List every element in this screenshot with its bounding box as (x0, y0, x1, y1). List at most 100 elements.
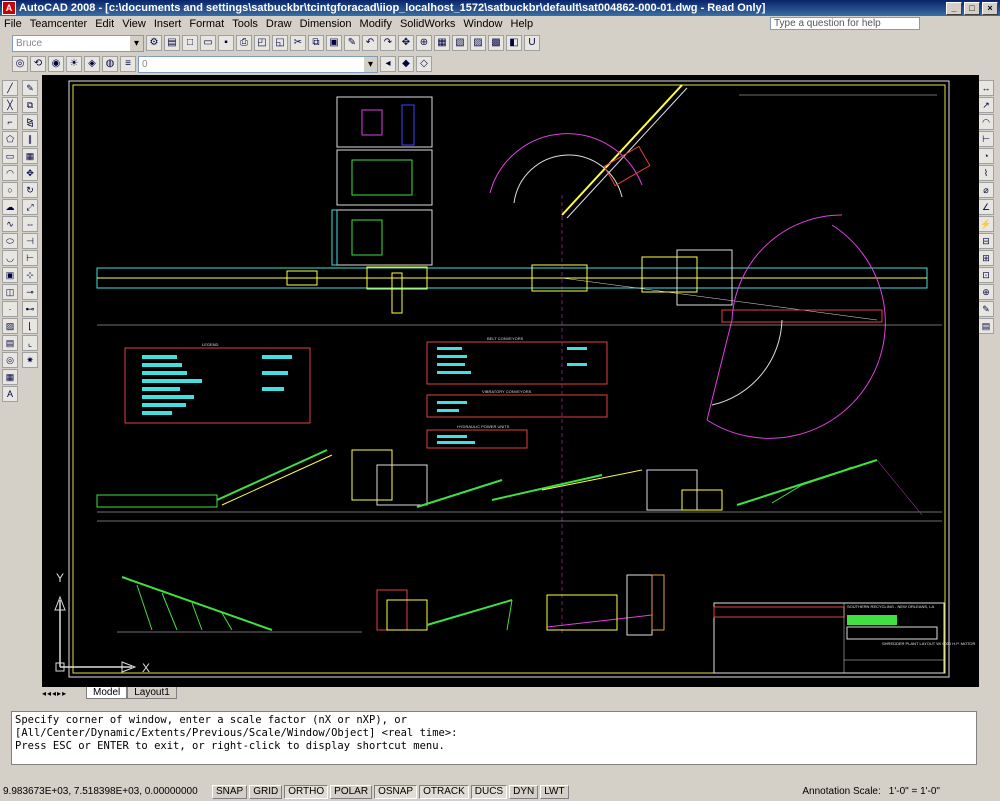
dim-tolerance-icon[interactable]: ⊡ (978, 267, 994, 283)
region-icon[interactable]: ◎ (2, 352, 18, 368)
solidworks-u-icon[interactable]: U (524, 35, 540, 51)
maximize-button[interactable]: □ (964, 1, 980, 15)
ellipse-arc-icon[interactable]: ◡ (2, 250, 18, 266)
array-icon[interactable]: ▦ (22, 148, 38, 164)
dim-ordinate-icon[interactable]: ⊢ (978, 131, 994, 147)
solidworks-icon[interactable]: ◧ (506, 35, 522, 51)
minimize-button[interactable]: _ (946, 1, 962, 15)
chamfer-icon[interactable]: ⌊ (22, 318, 38, 334)
menu-solidworks[interactable]: SolidWorks (396, 18, 459, 30)
join-icon[interactable]: ⊷ (22, 301, 38, 317)
lwt-toggle[interactable]: LWT (540, 784, 569, 799)
erase-icon[interactable]: ✎ (22, 80, 38, 96)
rotate-icon[interactable]: ↻ (22, 182, 38, 198)
stretch-icon[interactable]: ⇔ (22, 216, 38, 232)
camera-icon[interactable]: ◍ (102, 56, 118, 72)
light-icon[interactable]: ☀ (66, 56, 82, 72)
dim-jogged-icon[interactable]: ⌇ (978, 165, 994, 181)
cut-icon[interactable]: ✂ (290, 35, 306, 51)
menu-edit[interactable]: Edit (91, 18, 118, 30)
osnap-toggle[interactable]: OSNAP (374, 784, 418, 799)
coordinate-readout[interactable]: 9.983673E+03, 7.518398E+03, 0.00000000 (0, 786, 210, 797)
dim-diameter-icon[interactable]: ⌀ (978, 182, 994, 198)
redo-icon[interactable]: ↷ (380, 35, 396, 51)
fillet-icon[interactable]: ⌞ (22, 335, 38, 351)
make-block-icon[interactable]: ◫ (2, 284, 18, 300)
dim-continue-icon[interactable]: ⊞ (978, 250, 994, 266)
dim-baseline-icon[interactable]: ⊟ (978, 233, 994, 249)
arc-icon[interactable]: ◠ (2, 165, 18, 181)
menu-dimension[interactable]: Dimension (296, 18, 356, 30)
move-icon[interactable]: ✥ (22, 165, 38, 181)
layer-combo[interactable]: 0 (138, 55, 378, 73)
spline-icon[interactable]: ∿ (2, 216, 18, 232)
layer-state-icon[interactable]: ◆ (398, 56, 414, 72)
undo-icon[interactable]: ↶ (362, 35, 378, 51)
grid-toggle[interactable]: GRID (249, 784, 283, 799)
snap-toggle[interactable]: SNAP (212, 784, 248, 799)
user-combo[interactable]: Bruce (12, 34, 144, 52)
properties-icon[interactable]: ▦ (434, 35, 450, 51)
menu-file[interactable]: File (0, 18, 26, 30)
rectangle-icon[interactable]: ▭ (2, 148, 18, 164)
copy-object-icon[interactable]: ⧉ (22, 97, 38, 113)
polar-toggle[interactable]: POLAR (330, 784, 373, 799)
teamcenter-icon[interactable]: ⚙ (146, 35, 162, 51)
dim-edit-icon[interactable]: ✎ (978, 301, 994, 317)
menu-format[interactable]: Format (185, 18, 228, 30)
menu-teamcenter[interactable]: Teamcenter (26, 18, 91, 30)
open-icon[interactable]: ▤ (164, 35, 180, 51)
ellipse-icon[interactable]: ⬭ (2, 233, 18, 249)
polyline-icon[interactable]: ⌐ (2, 114, 18, 130)
calculator-icon[interactable]: ▩ (488, 35, 504, 51)
annotation-scale-value[interactable]: 1'-0" = 1'-0" (889, 786, 940, 797)
render-icon[interactable]: ◉ (48, 56, 64, 72)
dim-center-icon[interactable]: ⊕ (978, 284, 994, 300)
save-icon[interactable]: ▪ (218, 35, 234, 51)
line-icon[interactable]: ╱ (2, 80, 18, 96)
help-search-input[interactable]: Type a question for help (770, 17, 920, 30)
break-point-icon[interactable]: ⊹ (22, 267, 38, 283)
new-icon[interactable]: □ (182, 35, 198, 51)
break-icon[interactable]: ⊸ (22, 284, 38, 300)
menu-window[interactable]: Window (459, 18, 506, 30)
print-icon[interactable]: ⎙ (236, 35, 252, 51)
menu-help[interactable]: Help (507, 18, 538, 30)
point-icon[interactable]: · (2, 301, 18, 317)
menu-modify[interactable]: Modify (356, 18, 396, 30)
extend-icon[interactable]: ⊢ (22, 250, 38, 266)
dim-arc-icon[interactable]: ◠ (978, 114, 994, 130)
autocad-app-icon[interactable]: A (2, 1, 16, 15)
zoom-icon[interactable]: ⊕ (416, 35, 432, 51)
circle-icon[interactable]: ○ (2, 182, 18, 198)
menu-insert[interactable]: Insert (150, 18, 186, 30)
polygon-icon[interactable]: ⬠ (2, 131, 18, 147)
ortho-toggle[interactable]: ORTHO (284, 784, 329, 799)
toolpalette-icon[interactable]: ▨ (470, 35, 486, 51)
menu-tools[interactable]: Tools (228, 18, 262, 30)
menu-view[interactable]: View (118, 18, 150, 30)
gradient-icon[interactable]: ▤ (2, 335, 18, 351)
insert-block-icon[interactable]: ▣ (2, 267, 18, 283)
dyn-toggle[interactable]: DYN (509, 784, 539, 799)
designcenter-icon[interactable]: ▧ (452, 35, 468, 51)
revcloud-icon[interactable]: ☁ (2, 199, 18, 215)
dim-quick-icon[interactable]: ⚡ (978, 216, 994, 232)
explode-icon[interactable]: ✷ (22, 352, 38, 368)
dim-style-icon[interactable]: ▤ (978, 318, 994, 334)
matchprop-icon[interactable]: ✎ (344, 35, 360, 51)
tab-model[interactable]: Model (86, 687, 128, 699)
menu-draw[interactable]: Draw (262, 18, 296, 30)
tab-navigation-arrows[interactable]: ◂◂◂▸▸ (42, 689, 86, 698)
scale-icon[interactable]: ⤢ (22, 199, 38, 215)
tab-layout1[interactable]: Layout1 (127, 687, 177, 699)
ducs-toggle[interactable]: DUCS (470, 784, 508, 799)
orbit-icon[interactable]: ⟲ (30, 56, 46, 72)
layer-previous-icon[interactable]: ◂ (380, 56, 396, 72)
view-icon[interactable]: ◎ (12, 56, 28, 72)
copy-icon[interactable]: ⧉ (308, 35, 324, 51)
paste-icon[interactable]: ▣ (326, 35, 342, 51)
mtext-icon[interactable]: A (2, 386, 18, 402)
layer-isolate-icon[interactable]: ◇ (416, 56, 432, 72)
construction-line-icon[interactable]: ╳ (2, 97, 18, 113)
